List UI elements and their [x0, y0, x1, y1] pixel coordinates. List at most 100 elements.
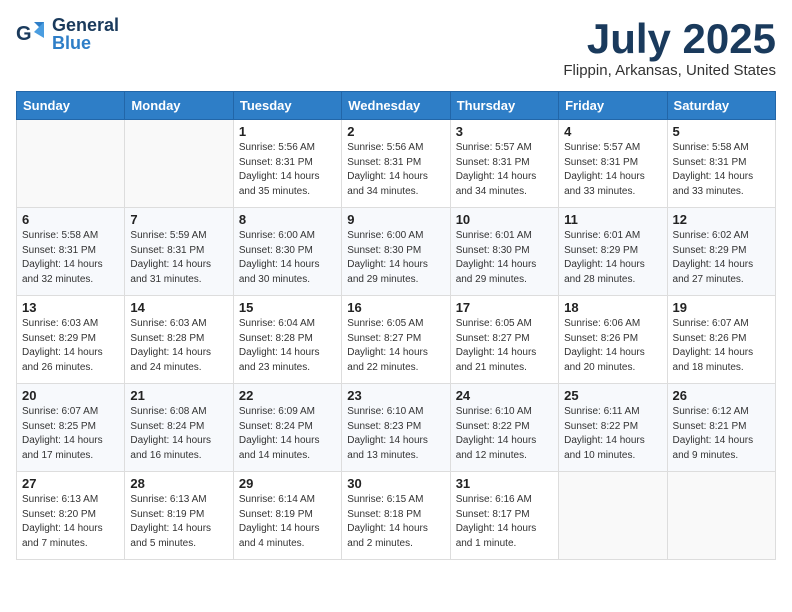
day-number: 23 — [347, 388, 444, 403]
day-detail: Sunrise: 6:13 AMSunset: 8:20 PMDaylight:… — [22, 493, 119, 551]
calendar-cell: 11Sunrise: 6:01 AMSunset: 8:29 PMDayligh… — [559, 208, 667, 296]
day-number: 16 — [347, 300, 444, 315]
day-detail: Sunrise: 5:56 AMSunset: 8:31 PMDaylight:… — [347, 141, 444, 199]
calendar-table: SundayMondayTuesdayWednesdayThursdayFrid… — [16, 91, 776, 560]
day-detail: Sunrise: 6:00 AMSunset: 8:30 PMDaylight:… — [347, 229, 444, 287]
calendar-cell: 28 Sunrise: 6:13 AMSunset: 8:19 PMDayligh… — [125, 472, 233, 560]
calendar-cell: 18 Sunrise: 6:06 AMSunset: 8:26 PMDayligh… — [559, 296, 667, 384]
calendar-cell: 1 Sunrise: 5:56 AMSunset: 8:31 PMDaylight… — [233, 120, 341, 208]
calendar-week-row: 13Sunrise: 6:03 AMSunset: 8:29 PMDayligh… — [17, 296, 776, 384]
day-number: 12 — [673, 212, 770, 227]
day-detail: Sunrise: 6:02 AMSunset: 8:29 PMDaylight:… — [673, 229, 770, 287]
day-detail: Sunrise: 6:03 AMSunset: 8:28 PMDaylight:… — [130, 317, 227, 375]
calendar-cell: 24 Sunrise: 6:10 AMSunset: 8:22 PMDayligh… — [450, 384, 558, 472]
calendar-cell — [559, 472, 667, 560]
day-number: 25 — [564, 388, 661, 403]
main-title: July 2025 — [563, 16, 776, 62]
day-number: 17 — [456, 300, 553, 315]
day-number: 28 — [130, 476, 227, 491]
day-detail: Sunrise: 6:06 AMSunset: 8:26 PMDaylight:… — [564, 317, 661, 375]
calendar-cell: 8 Sunrise: 6:00 AMSunset: 8:30 PMDaylight… — [233, 208, 341, 296]
day-detail: Sunrise: 6:10 AMSunset: 8:23 PMDaylight:… — [347, 405, 444, 463]
svg-text:G: G — [16, 23, 32, 45]
calendar-cell: 14 Sunrise: 6:03 AMSunset: 8:28 PMDayligh… — [125, 296, 233, 384]
day-number: 3 — [456, 124, 553, 139]
calendar-cell: 7 Sunrise: 5:59 AMSunset: 8:31 PMDaylight… — [125, 208, 233, 296]
day-number: 22 — [239, 388, 336, 403]
day-detail: Sunrise: 6:09 AMSunset: 8:24 PMDaylight:… — [239, 405, 336, 463]
day-number: 24 — [456, 388, 553, 403]
day-number: 4 — [564, 124, 661, 139]
weekday-header: Wednesday — [342, 92, 450, 120]
calendar-cell: 19Sunrise: 6:07 AMSunset: 8:26 PMDayligh… — [667, 296, 775, 384]
logo: G General Blue — [16, 16, 119, 52]
weekday-header: Tuesday — [233, 92, 341, 120]
calendar-cell — [125, 120, 233, 208]
day-number: 26 — [673, 388, 770, 403]
calendar-cell: 4 Sunrise: 5:57 AMSunset: 8:31 PMDaylight… — [559, 120, 667, 208]
calendar-cell: 21 Sunrise: 6:08 AMSunset: 8:24 PMDayligh… — [125, 384, 233, 472]
day-detail: Sunrise: 5:57 AMSunset: 8:31 PMDaylight:… — [456, 141, 553, 199]
calendar-cell: 2 Sunrise: 5:56 AMSunset: 8:31 PMDaylight… — [342, 120, 450, 208]
day-number: 27 — [22, 476, 119, 491]
day-number: 30 — [347, 476, 444, 491]
day-detail: Sunrise: 6:01 AMSunset: 8:29 PMDaylight:… — [564, 229, 661, 287]
day-detail: Sunrise: 5:56 AMSunset: 8:31 PMDaylight:… — [239, 141, 336, 199]
day-detail: Sunrise: 5:57 AMSunset: 8:31 PMDaylight:… — [564, 141, 661, 199]
day-detail: Sunrise: 6:11 AMSunset: 8:22 PMDaylight:… — [564, 405, 661, 463]
day-number: 8 — [239, 212, 336, 227]
calendar-week-row: 20Sunrise: 6:07 AMSunset: 8:25 PMDayligh… — [17, 384, 776, 472]
day-number: 20 — [22, 388, 119, 403]
day-number: 31 — [456, 476, 553, 491]
logo-general: General — [52, 16, 119, 34]
day-number: 29 — [239, 476, 336, 491]
day-detail: Sunrise: 6:08 AMSunset: 8:24 PMDaylight:… — [130, 405, 227, 463]
calendar-cell: 15 Sunrise: 6:04 AMSunset: 8:28 PMDayligh… — [233, 296, 341, 384]
calendar-cell: 10 Sunrise: 6:01 AMSunset: 8:30 PMDayligh… — [450, 208, 558, 296]
day-number: 9 — [347, 212, 444, 227]
day-number: 2 — [347, 124, 444, 139]
calendar-cell: 13Sunrise: 6:03 AMSunset: 8:29 PMDayligh… — [17, 296, 125, 384]
day-detail: Sunrise: 6:15 AMSunset: 8:18 PMDaylight:… — [347, 493, 444, 551]
day-number: 1 — [239, 124, 336, 139]
logo-blue: Blue — [52, 34, 119, 52]
day-detail: Sunrise: 6:10 AMSunset: 8:22 PMDaylight:… — [456, 405, 553, 463]
day-number: 18 — [564, 300, 661, 315]
calendar-cell: 17Sunrise: 6:05 AMSunset: 8:27 PMDayligh… — [450, 296, 558, 384]
day-number: 5 — [673, 124, 770, 139]
logo-icon: G — [16, 18, 48, 50]
calendar-cell — [667, 472, 775, 560]
calendar-cell: 9 Sunrise: 6:00 AMSunset: 8:30 PMDaylight… — [342, 208, 450, 296]
day-detail: Sunrise: 6:16 AMSunset: 8:17 PMDaylight:… — [456, 493, 553, 551]
weekday-header: Saturday — [667, 92, 775, 120]
weekday-header: Friday — [559, 92, 667, 120]
calendar-week-row: 1 Sunrise: 5:56 AMSunset: 8:31 PMDaylight… — [17, 120, 776, 208]
calendar-cell: 26Sunrise: 6:12 AMSunset: 8:21 PMDayligh… — [667, 384, 775, 472]
day-detail: Sunrise: 6:01 AMSunset: 8:30 PMDaylight:… — [456, 229, 553, 287]
day-number: 19 — [673, 300, 770, 315]
calendar-week-row: 6Sunrise: 5:58 AMSunset: 8:31 PMDaylight… — [17, 208, 776, 296]
calendar-cell: 31 Sunrise: 6:16 AMSunset: 8:17 PMDayligh… — [450, 472, 558, 560]
day-detail: Sunrise: 5:58 AMSunset: 8:31 PMDaylight:… — [22, 229, 119, 287]
day-detail: Sunrise: 6:00 AMSunset: 8:30 PMDaylight:… — [239, 229, 336, 287]
day-detail: Sunrise: 6:13 AMSunset: 8:19 PMDaylight:… — [130, 493, 227, 551]
day-number: 10 — [456, 212, 553, 227]
weekday-header: Thursday — [450, 92, 558, 120]
day-number: 14 — [130, 300, 227, 315]
weekday-header: Sunday — [17, 92, 125, 120]
day-number: 21 — [130, 388, 227, 403]
calendar-cell: 23 Sunrise: 6:10 AMSunset: 8:23 PMDayligh… — [342, 384, 450, 472]
day-detail: Sunrise: 6:03 AMSunset: 8:29 PMDaylight:… — [22, 317, 119, 375]
weekday-header-row: SundayMondayTuesdayWednesdayThursdayFrid… — [17, 92, 776, 120]
calendar-cell — [17, 120, 125, 208]
calendar-cell: 6Sunrise: 5:58 AMSunset: 8:31 PMDaylight… — [17, 208, 125, 296]
subtitle: Flippin, Arkansas, United States — [563, 62, 776, 79]
day-detail: Sunrise: 5:59 AMSunset: 8:31 PMDaylight:… — [130, 229, 227, 287]
calendar-cell: 27 Sunrise: 6:13 AMSunset: 8:20 PMDayligh… — [17, 472, 125, 560]
calendar-cell: 5Sunrise: 5:58 AMSunset: 8:31 PMDaylight… — [667, 120, 775, 208]
day-number: 7 — [130, 212, 227, 227]
calendar-cell: 12 Sunrise: 6:02 AMSunset: 8:29 PMDayligh… — [667, 208, 775, 296]
day-number: 15 — [239, 300, 336, 315]
day-detail: Sunrise: 6:04 AMSunset: 8:28 PMDaylight:… — [239, 317, 336, 375]
calendar-cell: 16Sunrise: 6:05 AMSunset: 8:27 PMDayligh… — [342, 296, 450, 384]
